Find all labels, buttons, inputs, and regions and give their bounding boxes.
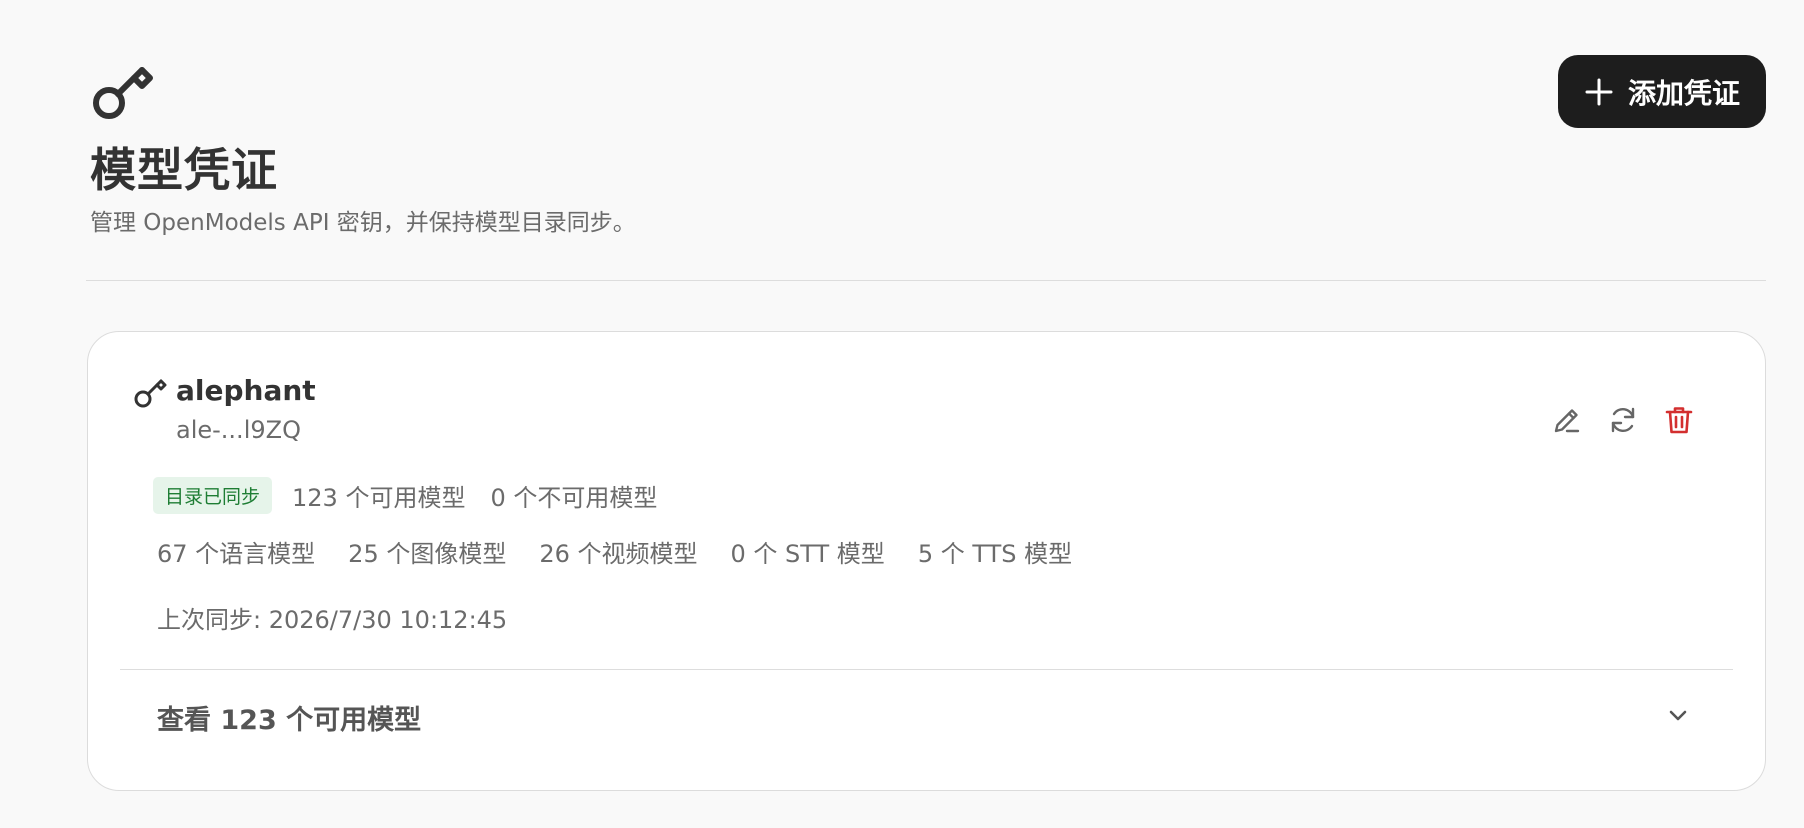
credential-actions — [1551, 404, 1695, 436]
status-badge: 目录已同步 — [153, 477, 273, 514]
status-row: 目录已同步 123 个可用模型 0 个不可用模型 — [153, 477, 657, 514]
trash-icon — [1665, 407, 1693, 434]
view-models-label: 查看 123 个可用模型 — [157, 705, 422, 736]
header-divider — [86, 280, 1766, 281]
view-models-toggle[interactable]: 查看 123 个可用模型 — [88, 670, 1765, 762]
page-subtitle: 管理 OpenModels API 密钥，并保持模型目录同步。 — [90, 210, 636, 236]
key-icon — [93, 67, 153, 119]
refresh-icon — [1611, 407, 1635, 433]
language-models-count: 67 个语言模型 — [157, 540, 316, 568]
credential-card: alephant ale-...l9ZQ 目录已同步 123 个可用模型 0 个… — [87, 331, 1766, 791]
credential-name: alephant — [176, 374, 316, 407]
add-credential-button[interactable]: 添加凭证 — [1558, 55, 1766, 128]
pencil-icon — [1554, 409, 1580, 433]
chevron-down-icon — [1669, 710, 1687, 721]
video-models-count: 26 个视频模型 — [539, 540, 698, 568]
stt-models-count: 0 个 STT 模型 — [730, 540, 885, 568]
tts-models-count: 5 个 TTS 模型 — [917, 540, 1073, 568]
last-sync-time: 上次同步: 2026/7/30 10:12:45 — [157, 606, 508, 634]
key-icon — [134, 379, 167, 408]
model-type-counts: 67 个语言模型 25 个图像模型 26 个视频模型 0 个 STT 模型 5 … — [157, 534, 1072, 569]
image-models-count: 25 个图像模型 — [348, 540, 507, 568]
edit-button[interactable] — [1551, 404, 1583, 436]
plus-icon — [1585, 78, 1613, 105]
add-credential-label: 添加凭证 — [1627, 76, 1740, 110]
available-models-count: 123 个可用模型 — [292, 484, 466, 512]
sync-button[interactable] — [1607, 404, 1639, 436]
unavailable-models-count: 0 个不可用模型 — [490, 484, 658, 512]
page: 模型凭证 管理 OpenModels API 密钥，并保持模型目录同步。 添加凭… — [0, 0, 1804, 828]
masked-api-key: ale-...l9ZQ — [176, 416, 301, 444]
page-title: 模型凭证 — [90, 143, 278, 197]
delete-button[interactable] — [1663, 404, 1695, 436]
